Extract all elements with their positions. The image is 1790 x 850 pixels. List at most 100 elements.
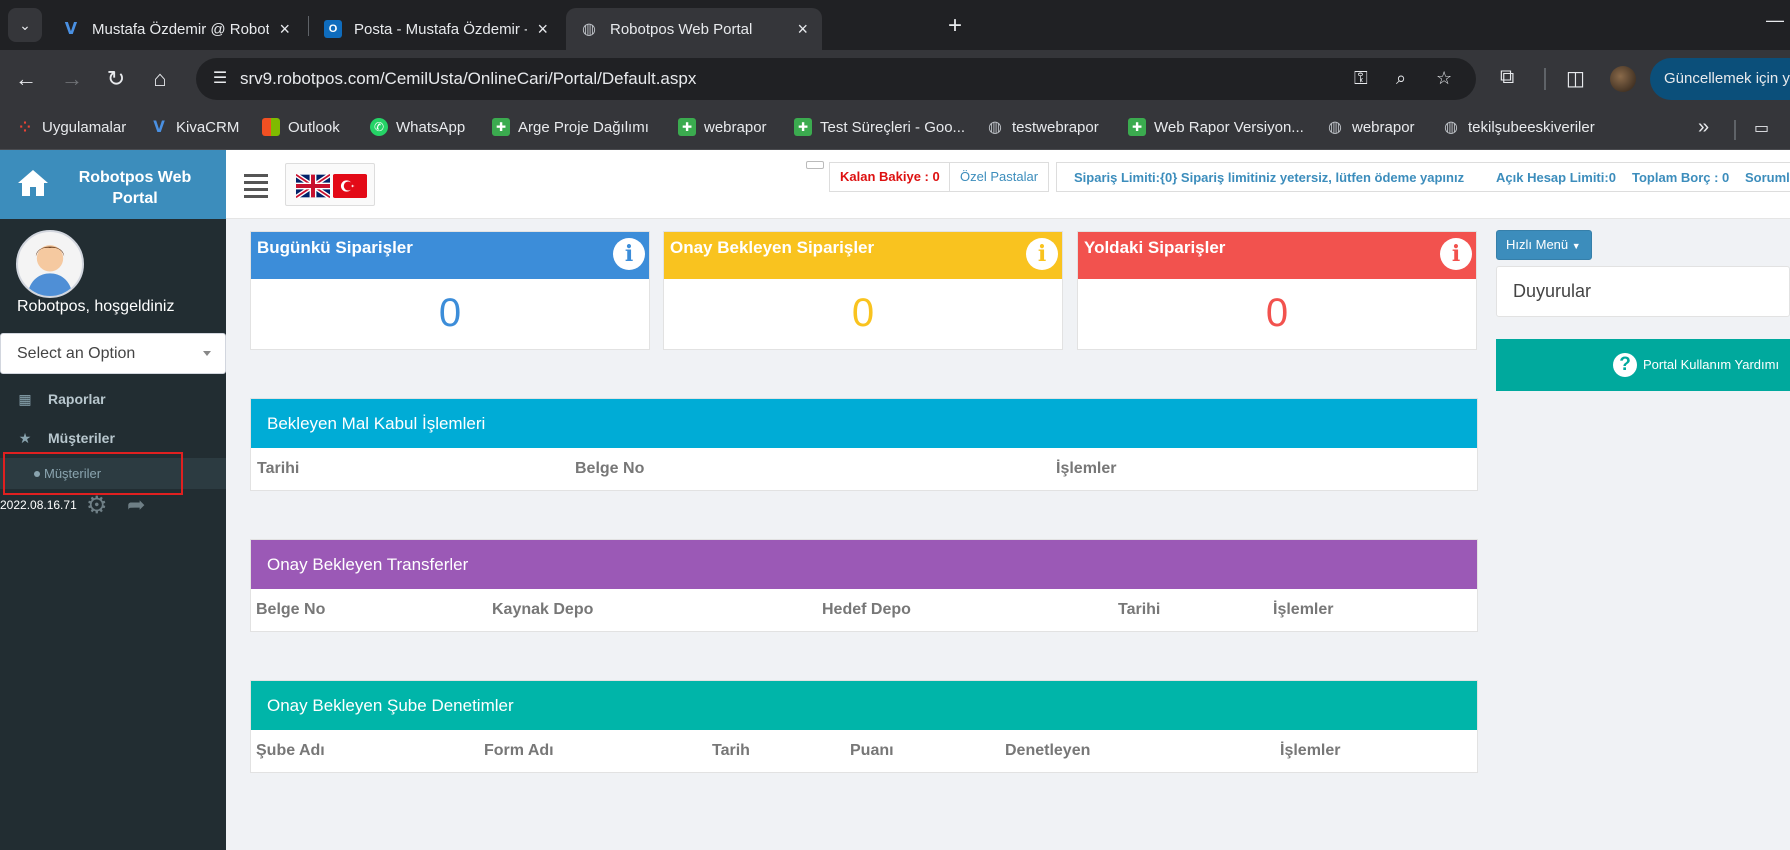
uk-flag-icon[interactable] — [296, 174, 330, 198]
credit-limit-text: Açık Hesap Limiti:0 — [1496, 170, 1616, 185]
info-icon[interactable]: i — [613, 238, 645, 270]
minimize-icon[interactable]: — — [1766, 10, 1784, 31]
bookmark-kivacrm[interactable]: ᐯ KivaCRM — [150, 118, 239, 137]
info-icon[interactable]: i — [1026, 238, 1058, 270]
bookmark-testwebrapor[interactable]: ◍ testwebrapor — [986, 118, 1099, 137]
tab-robotpos[interactable]: ◍ Robotpos Web Portal × — [566, 8, 822, 50]
stat-in-transit-orders[interactable]: Yoldaki Siparişler i 0 — [1077, 231, 1477, 350]
stat-pending-orders[interactable]: Onay Bekleyen Siparişler i 0 — [663, 231, 1063, 350]
browser-toolbar: ← → ↻ ⌂ ☰ srv9.robotpos.com/CemilUsta/On… — [0, 50, 1790, 108]
quick-menu-button[interactable]: Hızlı Menü ▼ — [1496, 230, 1592, 260]
sidebar-item-raporlar[interactable]: ▦ Raporlar — [0, 379, 226, 419]
side-panel-icon[interactable]: ◫ — [1566, 66, 1585, 91]
sheets-icon: ✚ — [678, 118, 696, 136]
toolbar-separator — [1544, 68, 1546, 90]
column-header: Form Adı — [484, 742, 554, 759]
bookmark-test[interactable]: ✚ Test Süreçleri - Goo... — [794, 118, 965, 136]
balance-badge[interactable]: Kalan Bakiye : 0 — [829, 162, 951, 192]
site-info-icon[interactable]: ☰ — [208, 67, 232, 91]
column-header: Tarihi — [1118, 601, 1161, 618]
tab-outlook[interactable]: O Posta - Mustafa Özdemir - Outlook × — [310, 8, 562, 50]
outlook-icon: O — [324, 20, 342, 38]
close-icon[interactable]: × — [537, 19, 548, 40]
apps-grid-icon: ⁘ — [19, 118, 31, 135]
stat-todays-orders[interactable]: Bugünkü Siparişler i 0 — [250, 231, 650, 350]
user-avatar — [16, 230, 84, 298]
portal-help-button[interactable]: ? Portal Kullanım Yardımı — [1496, 339, 1790, 391]
panel-branch-audits: Onay Bekleyen Şube Denetimler Şube Adı F… — [250, 680, 1478, 773]
folder-icon[interactable]: ▭ — [1754, 118, 1769, 138]
whatsapp-icon: ✆ — [370, 118, 388, 136]
language-switcher — [285, 163, 375, 206]
brand-header[interactable]: Robotpos Web Portal — [0, 150, 226, 219]
caret-down-icon — [203, 351, 211, 356]
kiva-icon: ᐯ — [64, 21, 78, 38]
star-icon[interactable]: ☆ — [1436, 68, 1452, 89]
chevron-down-icon: ⌄ — [19, 16, 31, 33]
option-select[interactable]: Select an Option — [0, 333, 226, 374]
version-text: 2022.08.16.71 — [0, 498, 77, 512]
bookmark-apps[interactable]: ⁘ Uygulamalar — [16, 118, 126, 136]
update-button[interactable]: Güncellemek için y — [1650, 58, 1790, 100]
special-cakes-link[interactable]: Özel Pastalar — [949, 162, 1050, 192]
column-header: Kaynak Depo — [492, 601, 594, 618]
info-icon[interactable]: i — [1440, 238, 1472, 270]
tab-search-button[interactable]: ⌄ — [8, 8, 42, 42]
close-icon[interactable]: × — [279, 19, 290, 40]
url-text[interactable]: srv9.robotpos.com/CemilUsta/OnlineCari/P… — [240, 69, 696, 89]
stat-header: Yoldaki Siparişler i — [1078, 232, 1476, 279]
bookmark-webrapor-versiyon[interactable]: ✚ Web Rapor Versiyon... — [1128, 118, 1304, 136]
stat-header: Onay Bekleyen Siparişler i — [664, 232, 1062, 279]
table-header: Belge No Kaynak Depo Hedef Depo Tarihi İ… — [251, 589, 1477, 631]
zoom-icon[interactable]: ⌕ — [1396, 68, 1406, 89]
chevron-double-right-icon[interactable]: » — [1698, 116, 1709, 139]
home-icon[interactable]: ⌂ — [146, 66, 174, 92]
tab-kiva[interactable]: ᐯ Mustafa Özdemir @ Robotpos × — [48, 8, 304, 50]
tab-separator — [308, 16, 309, 36]
brand-title: Robotpos Web Portal — [78, 169, 192, 207]
panel-transfers: Onay Bekleyen Transferler Belge No Kayna… — [250, 539, 1478, 632]
bookmark-whatsapp[interactable]: ✆ WhatsApp — [370, 118, 465, 136]
column-header: Puanı — [850, 742, 894, 759]
turkey-flag-icon[interactable] — [333, 174, 367, 198]
bookmarks-bar: ⁘ Uygulamalar ᐯ KivaCRM Outlook ✆ WhatsA… — [0, 108, 1790, 150]
column-header: İşlemler — [1280, 742, 1341, 759]
address-bar[interactable]: ☰ srv9.robotpos.com/CemilUsta/OnlineCari… — [196, 58, 1476, 100]
reload-icon[interactable]: ↻ — [102, 66, 130, 92]
extensions-icon[interactable]: ⧉ — [1500, 66, 1514, 89]
gear-icon[interactable]: ⚙ — [86, 491, 108, 520]
forward-icon[interactable]: → — [58, 66, 86, 92]
bookmark-webrapor-2[interactable]: ◍ webrapor — [1326, 118, 1415, 137]
column-header: İşlemler — [1056, 460, 1117, 477]
bookmark-separator — [1734, 120, 1736, 140]
profile-avatar[interactable] — [1610, 66, 1636, 92]
total-debt-text: Toplam Borç : 0 — [1632, 170, 1730, 185]
bookmark-outlook[interactable]: Outlook — [262, 118, 340, 136]
logout-icon[interactable]: ➦ — [127, 492, 145, 518]
key-icon[interactable]: ⚿ — [1354, 68, 1368, 89]
small-toggle[interactable] — [806, 161, 824, 169]
column-header: Tarihi — [257, 460, 300, 477]
highlight-box — [3, 452, 183, 495]
bookmark-arge[interactable]: ✚ Arge Proje Dağılımı — [492, 118, 649, 136]
welcome-text: Robotpos, hoşgeldiniz — [17, 298, 175, 315]
announcements-panel: Duyurular — [1496, 266, 1790, 317]
responsible-text: Sorumlu — [1745, 170, 1790, 185]
top-navbar: Kalan Bakiye : 0 Özel Pastalar Sipariş L… — [226, 150, 1790, 219]
bookmark-tekilsube[interactable]: ◍ tekilşubeeskiveriler — [1442, 118, 1595, 137]
browser-tab-bar: ⌄ ᐯ Mustafa Özdemir @ Robotpos × O Posta… — [0, 0, 1790, 50]
bookmark-webrapor[interactable]: ✚ webrapor — [678, 118, 767, 136]
sheets-icon: ✚ — [794, 118, 812, 136]
column-header: İşlemler — [1273, 601, 1334, 618]
column-header: Belge No — [256, 601, 326, 618]
globe-icon: ◍ — [1328, 119, 1342, 136]
back-icon[interactable]: ← — [12, 66, 40, 92]
table-header: Tarihi Belge No İşlemler — [251, 448, 1477, 490]
new-tab-button[interactable]: + — [948, 12, 962, 40]
hamburger-icon[interactable] — [244, 174, 268, 202]
stat-value: 0 — [851, 291, 875, 335]
close-icon[interactable]: × — [797, 19, 808, 40]
question-icon: ? — [1613, 353, 1637, 377]
main-content: Bugünkü Siparişler i 0 Onay Bekleyen Sip… — [226, 219, 1790, 850]
sidebar: Robotpos Web Portal Robotpos, hoşgeldini… — [0, 150, 226, 850]
